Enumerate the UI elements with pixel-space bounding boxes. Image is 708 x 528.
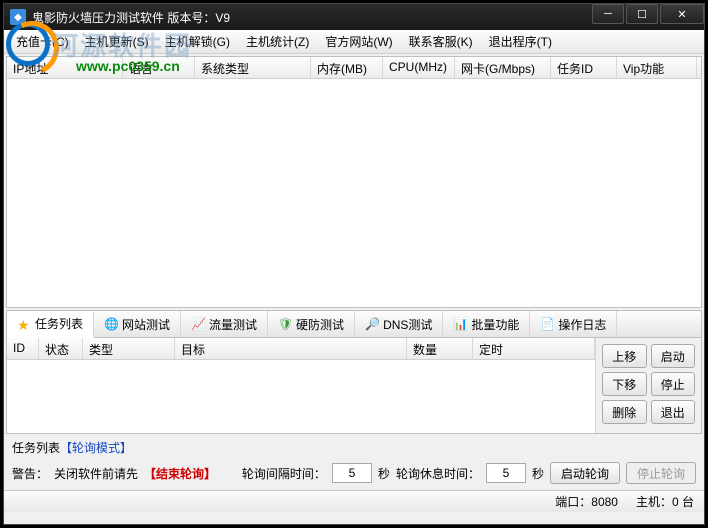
col-vip[interactable]: Vip功能 (617, 57, 697, 78)
hosts-table: IP地址 语言 系统类型 内存(MB) CPU(MHz) 网卡(G/Mbps) … (6, 56, 702, 308)
window-title: 鬼影防火墙压力测试软件 版本号：V9 (32, 9, 590, 26)
tab-label: 网站测试 (122, 316, 170, 333)
delete-button[interactable]: 删除 (602, 400, 647, 424)
tab-traffic-test[interactable]: 📈 流量测试 (181, 311, 268, 337)
stop-poll-button: 停止轮询 (626, 462, 696, 484)
menu-host-update[interactable]: 主机更新(S) (77, 33, 157, 50)
move-down-button[interactable]: 下移 (602, 372, 647, 396)
tab-task-list[interactable]: ★ 任务列表 (7, 312, 94, 338)
col-os[interactable]: 系统类型 (195, 57, 311, 78)
tcol-timer[interactable]: 定时 (473, 338, 595, 359)
task-table-header: ID 状态 类型 目标 数量 定时 (7, 338, 595, 360)
tab-label: DNS测试 (383, 316, 432, 333)
status-port: 端口：8080 (555, 493, 618, 510)
interval-input[interactable] (332, 463, 372, 483)
tcol-status[interactable]: 状态 (39, 338, 83, 359)
task-side-buttons: 上移 启动 下移 停止 删除 退出 (595, 338, 701, 433)
status-hosts: 主机：0 台 (636, 493, 694, 510)
footer-poll-row: 警告： 关闭软件前请先 【结束轮询】 轮询间隔时间： 秒 轮询休息时间： 秒 启… (6, 458, 702, 488)
warn-red: 【结束轮询】 (144, 465, 216, 482)
col-cpu[interactable]: CPU(MHz) (383, 57, 455, 78)
task-table-body[interactable] (7, 360, 595, 433)
tcol-type[interactable]: 类型 (83, 338, 175, 359)
maximize-button[interactable]: ☐ (626, 4, 658, 24)
titlebar: ◆ 鬼影防火墙压力测试软件 版本号：V9 ─ ☐ ✕ (4, 4, 704, 30)
start-poll-button[interactable]: 启动轮询 (550, 462, 620, 484)
statusbar: 端口：8080 主机：0 台 (4, 490, 704, 512)
tcol-count[interactable]: 数量 (407, 338, 473, 359)
globe-icon: 🌐 (104, 317, 118, 331)
col-ip[interactable]: IP地址 (7, 57, 123, 78)
tcol-target[interactable]: 目标 (175, 338, 407, 359)
task-table: ID 状态 类型 目标 数量 定时 (7, 338, 595, 433)
tab-label: 流量测试 (209, 316, 257, 333)
menu-official-site[interactable]: 官方网站(W) (317, 33, 400, 50)
star-icon: ★ (17, 317, 31, 331)
close-button[interactable]: ✕ (660, 4, 704, 24)
app-icon: ◆ (10, 9, 26, 25)
tab-label: 操作日志 (558, 316, 606, 333)
tab-hard-defense[interactable]: 🛡 硬防测试 (268, 311, 355, 337)
menubar: 充值卡(C) 主机更新(S) 主机解锁(G) 主机统计(Z) 官方网站(W) 联… (4, 30, 704, 54)
warn-label: 警告： (12, 465, 48, 482)
tabs: ★ 任务列表 🌐 网站测试 📈 流量测试 🛡 硬防测试 🔎 DNS测试 📊 批量功能 📄 操作… (6, 310, 702, 338)
menu-host-unlock[interactable]: 主机解锁(G) (157, 33, 238, 50)
hosts-table-body[interactable] (7, 79, 701, 307)
rest-input[interactable] (486, 463, 526, 483)
footer-mode-row: 任务列表 【轮询模式】 (6, 436, 702, 458)
menu-host-stats[interactable]: 主机统计(Z) (238, 33, 317, 50)
stop-button[interactable]: 停止 (651, 372, 696, 396)
col-mem[interactable]: 内存(MB) (311, 57, 383, 78)
log-icon: 📄 (540, 317, 554, 331)
move-up-button[interactable]: 上移 (602, 344, 647, 368)
chart-icon: 📈 (191, 317, 205, 331)
tab-label: 任务列表 (35, 315, 83, 332)
tab-log[interactable]: 📄 操作日志 (530, 311, 617, 337)
tab-web-test[interactable]: 🌐 网站测试 (94, 311, 181, 337)
start-button[interactable]: 启动 (651, 344, 696, 368)
rest-label: 轮询休息时间： (396, 465, 480, 482)
col-nic[interactable]: 网卡(G/Mbps) (455, 57, 551, 78)
footer-prefix: 任务列表 (12, 439, 60, 456)
tab-dns-test[interactable]: 🔎 DNS测试 (355, 311, 443, 337)
batch-icon: 📊 (453, 317, 467, 331)
tcol-id[interactable]: ID (7, 338, 39, 359)
hosts-table-header: IP地址 语言 系统类型 内存(MB) CPU(MHz) 网卡(G/Mbps) … (7, 57, 701, 79)
dns-icon: 🔎 (365, 317, 379, 331)
exit-button[interactable]: 退出 (651, 400, 696, 424)
minimize-button[interactable]: ─ (592, 4, 624, 24)
warn-text: 关闭软件前请先 (54, 465, 138, 482)
seconds-label-1: 秒 (378, 465, 390, 482)
menu-contact[interactable]: 联系客服(K) (401, 33, 481, 50)
tab-label: 硬防测试 (296, 316, 344, 333)
interval-label: 轮询间隔时间： (242, 465, 326, 482)
shield-icon: 🛡 (278, 317, 292, 331)
tab-label: 批量功能 (471, 316, 519, 333)
tab-batch[interactable]: 📊 批量功能 (443, 311, 530, 337)
seconds-label-2: 秒 (532, 465, 544, 482)
menu-recharge[interactable]: 充值卡(C) (8, 33, 77, 50)
menu-exit[interactable]: 退出程序(T) (481, 33, 560, 50)
footer-mode: 【轮询模式】 (60, 439, 132, 456)
col-taskid[interactable]: 任务ID (551, 57, 617, 78)
col-lang[interactable]: 语言 (123, 57, 195, 78)
